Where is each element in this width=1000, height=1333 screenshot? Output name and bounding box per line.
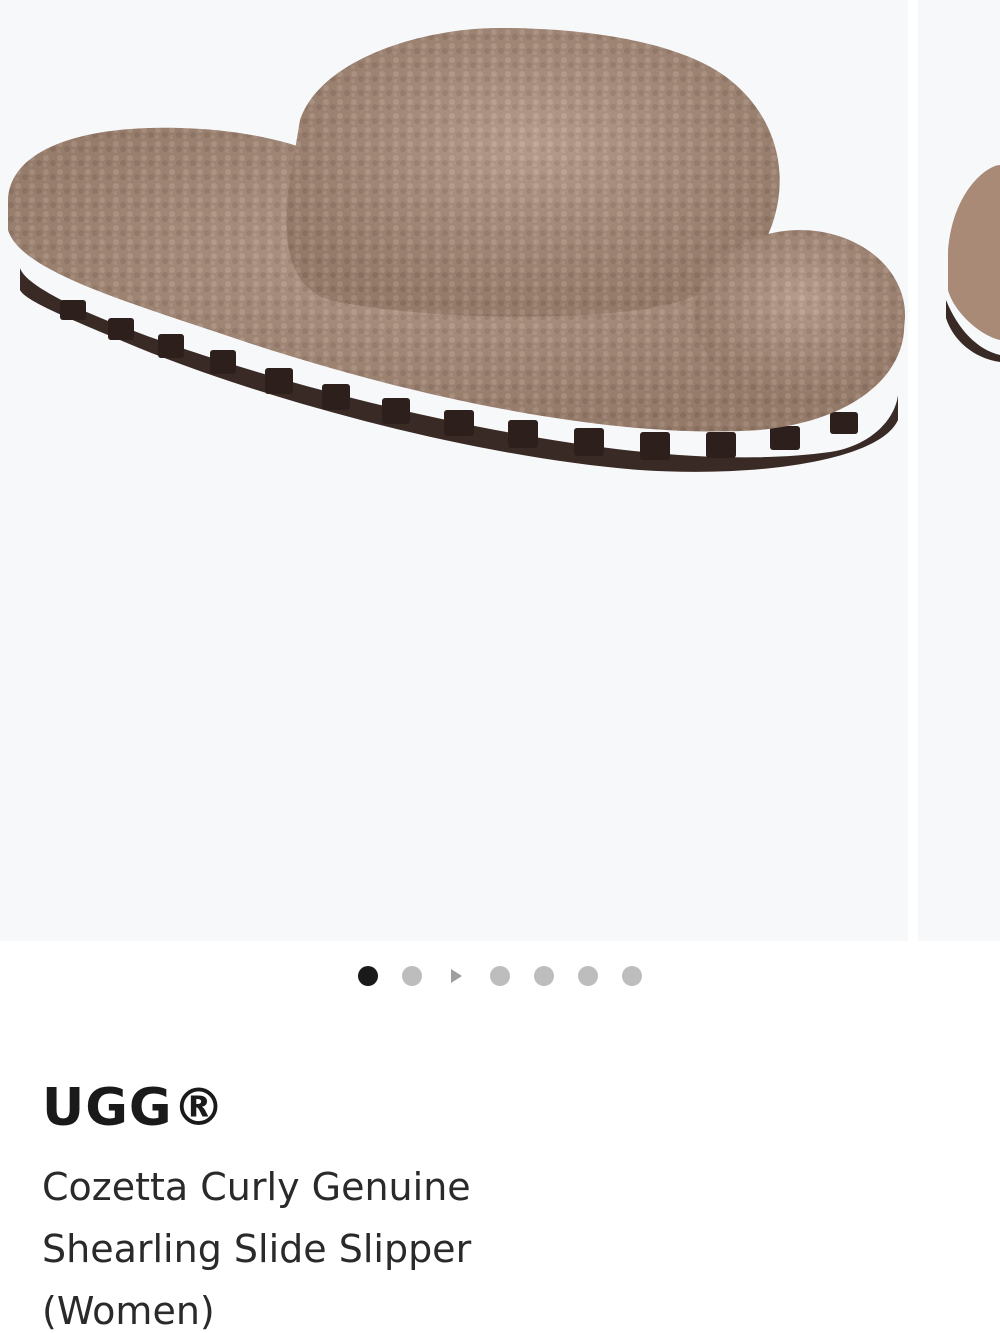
- slipper-image-next: [946, 165, 1000, 362]
- product-page: UGG® Cozetta Curly Genuine Shearling Sli…: [0, 0, 1000, 1333]
- carousel-dot-1[interactable]: [358, 966, 378, 986]
- product-image-main[interactable]: [0, 0, 908, 941]
- carousel-dot-4[interactable]: [490, 966, 510, 986]
- product-title: Cozetta Curly Genuine Shearling Slide Sl…: [42, 1165, 472, 1333]
- product-image-next-peek[interactable]: [918, 0, 1000, 941]
- carousel-dot-7[interactable]: [622, 966, 642, 986]
- brand-name[interactable]: UGG®: [42, 1076, 226, 1140]
- product-image-carousel[interactable]: [0, 0, 1000, 941]
- slipper-image: [8, 28, 905, 472]
- play-icon[interactable]: [446, 966, 466, 986]
- carousel-dot-2[interactable]: [402, 966, 422, 986]
- carousel-dot-6[interactable]: [578, 966, 598, 986]
- carousel-dot-5[interactable]: [534, 966, 554, 986]
- carousel-pagination: [0, 962, 1000, 990]
